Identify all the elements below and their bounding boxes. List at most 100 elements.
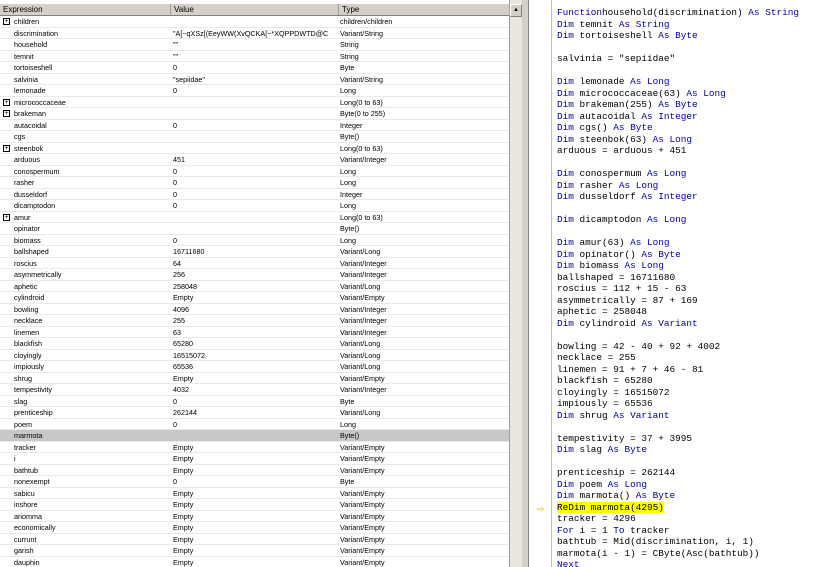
- scroll-up-arrow-icon[interactable]: ▲: [510, 4, 522, 17]
- code-line[interactable]: For i = 1 To tracker: [557, 525, 814, 537]
- watch-row[interactable]: shrug Empty Variant/Empty: [0, 373, 509, 384]
- watch-row[interactable]: garish Empty Variant/Empty: [0, 545, 509, 557]
- code-line[interactable]: Dim autacoidal As Integer: [557, 111, 814, 123]
- code-line[interactable]: asymmetrically = 87 + 169: [557, 295, 814, 307]
- code-line[interactable]: [557, 421, 814, 433]
- watch-row[interactable]: poem 0 Long: [0, 419, 509, 430]
- code-line[interactable]: aphetic = 258048: [557, 306, 814, 318]
- watch-row[interactable]: dusseldorf 0 Integer: [0, 189, 509, 200]
- watch-row[interactable]: opinator Byte(): [0, 223, 509, 235]
- watch-row[interactable]: slag 0 Byte: [0, 396, 509, 407]
- watch-row[interactable]: blackfish 65280 Variant/Long: [0, 338, 509, 350]
- code-line[interactable]: salvinia = "sepiidae": [557, 53, 814, 65]
- code-line[interactable]: Dim marmota() As Byte: [557, 490, 814, 502]
- code-line[interactable]: [557, 65, 814, 77]
- code-line[interactable]: Dim rasher As Long: [557, 180, 814, 192]
- current-statement-line[interactable]: ReDim marmota(4295): [557, 501, 814, 514]
- code-line[interactable]: [557, 329, 814, 341]
- code-line[interactable]: Dim amur(63) As Long: [557, 237, 814, 249]
- column-header-value[interactable]: Value: [171, 4, 339, 15]
- watch-row[interactable]: discrimination "A[~qXSz[(EeyWW(XvQCKA[~*X…: [0, 28, 509, 39]
- watch-row[interactable]: aphetic 258048 Variant/Long: [0, 281, 509, 292]
- code-line[interactable]: Dim dusseldorf As Integer: [557, 191, 814, 203]
- watch-row[interactable]: ballshaped 16711680 Variant/Long: [0, 246, 509, 258]
- watch-row[interactable]: dicamptodon 0 Long: [0, 200, 509, 212]
- expand-plus-icon[interactable]: +: [3, 98, 10, 106]
- code-line[interactable]: [557, 226, 814, 238]
- watch-row[interactable]: + micrococcaceae Long(0 to 63): [0, 97, 509, 108]
- code-line[interactable]: [557, 157, 814, 169]
- expand-plus-icon[interactable]: +: [3, 213, 10, 221]
- code-line[interactable]: bathtub = Mid(discrimination, i, 1): [557, 536, 814, 548]
- expand-plus-icon[interactable]: +: [3, 18, 10, 25]
- watch-row[interactable]: conospermum 0 Long: [0, 166, 509, 177]
- expand-plus-icon[interactable]: +: [3, 144, 10, 152]
- code-line[interactable]: Dim cylindroid As Variant: [557, 318, 814, 330]
- watch-row[interactable]: prenticeship 262144 Variant/Long: [0, 407, 509, 419]
- code-line[interactable]: marmota(i - 1) = CByte(Asc(bathtub)): [557, 548, 814, 560]
- code-line[interactable]: [557, 203, 814, 215]
- column-header-expression[interactable]: Expression: [0, 4, 171, 15]
- watch-row[interactable]: bathtub Empty Variant/Empty: [0, 465, 509, 476]
- watch-row[interactable]: i Empty Variant/Empty: [0, 453, 509, 465]
- code-line[interactable]: tempestivity = 37 + 3995: [557, 433, 814, 445]
- watch-row[interactable]: linemen 63 Variant/Integer: [0, 327, 509, 338]
- code-line[interactable]: Functionhousehold(discrimination) As Str…: [557, 7, 814, 19]
- code-line[interactable]: ballshaped = 16711680: [557, 272, 814, 284]
- watch-row[interactable]: cylindroid Empty Variant/Empty: [0, 292, 509, 304]
- code-line[interactable]: impiously = 65536: [557, 398, 814, 410]
- watch-row[interactable]: impiously 65536 Variant/Long: [0, 361, 509, 373]
- code-line[interactable]: Dim opinator() As Byte: [557, 249, 814, 261]
- watch-row[interactable]: tempestivity 4032 Variant/Integer: [0, 384, 509, 396]
- watch-row[interactable]: asymmetrically 256 Variant/Integer: [0, 269, 509, 281]
- code-line[interactable]: prenticeship = 262144: [557, 467, 814, 479]
- code-line[interactable]: Dim steenbok(63) As Long: [557, 134, 814, 146]
- code-line[interactable]: roscius = 112 + 15 - 63: [557, 283, 814, 295]
- watch-row[interactable]: roscius 64 Variant/Integer: [0, 258, 509, 269]
- code-line[interactable]: [557, 456, 814, 468]
- column-header-type[interactable]: Type: [339, 4, 509, 15]
- watch-row[interactable]: tracker Empty Variant/Empty: [0, 442, 509, 453]
- watch-row[interactable]: + amur Long(0 to 63): [0, 212, 509, 223]
- code-line[interactable]: arduous = arduous + 451: [557, 145, 814, 157]
- watch-row[interactable]: marmota Byte(): [0, 430, 509, 442]
- code-line[interactable]: linemen = 91 + 7 + 46 - 81: [557, 364, 814, 376]
- code-line[interactable]: Dim slag As Byte: [557, 444, 814, 456]
- watch-row[interactable]: + steenbok Long(0 to 63): [0, 143, 509, 154]
- code-line[interactable]: tracker = 4296: [557, 513, 814, 525]
- code-line[interactable]: Dim cgs() As Byte: [557, 122, 814, 134]
- code-line[interactable]: Dim conospermum As Long: [557, 168, 814, 180]
- code-line[interactable]: necklace = 255: [557, 352, 814, 364]
- watch-row[interactable]: nonexempt 0 Byte: [0, 476, 509, 488]
- code-line[interactable]: cloyingly = 16515072: [557, 387, 814, 399]
- watch-row[interactable]: inshore Empty Variant/Empty: [0, 499, 509, 511]
- watch-row[interactable]: + children children/children: [0, 16, 509, 28]
- code-line[interactable]: Dim biomass As Long: [557, 260, 814, 272]
- code-line[interactable]: Dim lemonade As Long: [557, 76, 814, 88]
- code-line[interactable]: blackfish = 65280: [557, 375, 814, 387]
- watch-row[interactable]: + brakeman Byte(0 to 255): [0, 108, 509, 120]
- watch-row[interactable]: salvinia "sepiidae" Variant/String: [0, 74, 509, 85]
- code-line[interactable]: Dim poem As Long: [557, 479, 814, 491]
- watch-row[interactable]: temnit "" String: [0, 51, 509, 62]
- watch-row[interactable]: bowling 4096 Variant/Integer: [0, 304, 509, 315]
- watch-row[interactable]: autacoidal 0 Integer: [0, 120, 509, 131]
- code-line[interactable]: [557, 42, 814, 54]
- code-line[interactable]: Dim shrug As Variant: [557, 410, 814, 422]
- code-line[interactable]: bowling = 42 - 40 + 92 + 4002: [557, 341, 814, 353]
- watch-row[interactable]: ariomma Empty Variant/Empty: [0, 511, 509, 522]
- watch-row[interactable]: cgs Byte(): [0, 131, 509, 143]
- code-line[interactable]: Dim micrococcaceae(63) As Long: [557, 88, 814, 100]
- watch-row[interactable]: rasher 0 Long: [0, 177, 509, 189]
- watch-row[interactable]: necklace 255 Variant/Integer: [0, 315, 509, 327]
- expand-plus-icon[interactable]: +: [3, 110, 10, 117]
- watch-row[interactable]: currunt Empty Variant/Empty: [0, 534, 509, 545]
- watch-row[interactable]: tortoiseshell 0 Byte: [0, 62, 509, 74]
- code-line[interactable]: Dim brakeman(255) As Byte: [557, 99, 814, 111]
- code-line[interactable]: Next: [557, 559, 814, 567]
- watch-row[interactable]: sabicu Empty Variant/Empty: [0, 488, 509, 499]
- watch-row[interactable]: arduous 451 Variant/Integer: [0, 154, 509, 166]
- code-line[interactable]: Dim dicamptodon As Long: [557, 214, 814, 226]
- watch-row[interactable]: economically Empty Variant/Empty: [0, 522, 509, 534]
- code-editor[interactable]: ⇨ Functionhousehold(discrimination) As S…: [528, 0, 814, 567]
